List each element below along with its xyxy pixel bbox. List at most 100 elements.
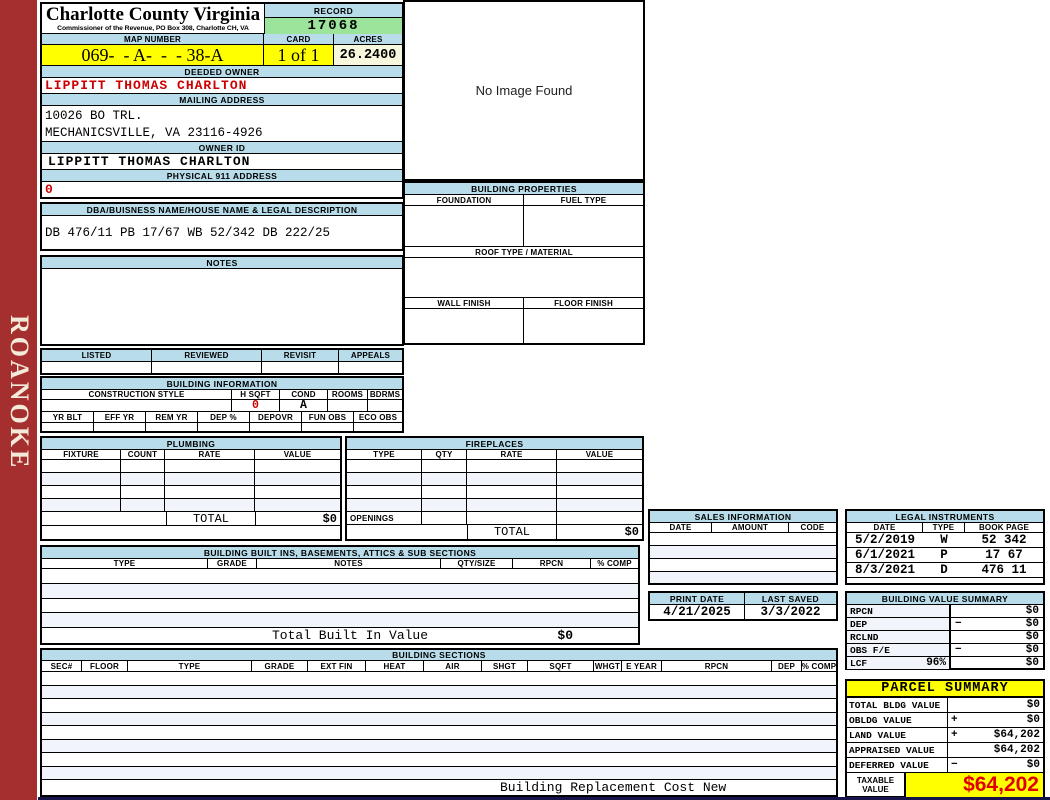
- built-ins-headers: TYPE GRADE NOTES QTY/SIZE RPCN % COMP: [42, 559, 638, 569]
- region-label: ROANOKE: [4, 315, 34, 470]
- taxable-value-label: TAXABLE VALUE: [847, 773, 906, 797]
- card-label: CARD: [264, 34, 334, 44]
- fuel-type-value: [524, 206, 643, 246]
- title-row: Charlotte County Virginia Commissioner o…: [42, 4, 402, 34]
- legal-instruments-table: LEGAL INSTRUMENTS DATE TYPE BOOK PAGE 5/…: [845, 509, 1045, 585]
- sections-footer-row: Building Replacement Cost New: [42, 780, 836, 795]
- plumbing-title: PLUMBING: [42, 438, 340, 450]
- rpcn-label: RPCN: [662, 661, 772, 671]
- plumbing-footer-space: [42, 526, 340, 539]
- fireplaces-total-row: TOTAL $0: [347, 525, 642, 539]
- listed-label: LISTED: [42, 350, 152, 361]
- sales-date-label: DATE: [650, 523, 712, 532]
- built-ins-total-value: $0: [557, 628, 573, 643]
- bin-comp-label: % COMP: [591, 559, 638, 568]
- vsum-row-rclnd: RCLND $0: [847, 631, 1043, 644]
- property-image-box: No Image Found: [403, 0, 645, 181]
- deeded-owner-value: LIPPITT THOMAS CHARLTON: [42, 78, 402, 94]
- funobs-label: FUN OBS: [302, 412, 354, 422]
- built-ins-title: BUILDING BUILT INS, BASEMENTS, ATTICS & …: [42, 547, 638, 559]
- bi-row1-headers: CONSTRUCTION STYLE H SQFT COND ROOMS BDR…: [42, 390, 402, 400]
- floor-label: FLOOR: [82, 661, 128, 671]
- openings-label: OPENINGS: [347, 512, 422, 524]
- last-saved-label: LAST SAVED: [745, 593, 836, 605]
- address-line-2: MECHANICSVILLE, VA 23116-4926: [45, 126, 402, 140]
- whgt-label: WHGT: [594, 661, 622, 671]
- sales-title: SALES INFORMATION: [650, 511, 836, 523]
- fireplaces-table: FIREPLACES TYPE QTY RATE VALUE OPENINGS …: [345, 436, 644, 541]
- bin-type-label: TYPE: [42, 559, 208, 568]
- count-label: COUNT: [121, 450, 165, 459]
- physical-address-label: PHYSICAL 911 ADDRESS: [42, 170, 402, 182]
- county-name: Charlotte County Virginia: [46, 5, 260, 25]
- building-properties-title: BUILDING PROPERTIES: [405, 183, 643, 195]
- lcf-percent: 96%: [926, 657, 946, 669]
- legal-headers: DATE TYPE BOOK PAGE: [847, 523, 1043, 533]
- fireplaces-total-value: $0: [557, 525, 642, 539]
- legal-type-label: TYPE: [923, 523, 965, 532]
- map-value-row: 069- - A- - - 38-A 1 of 1 26.2400: [42, 45, 402, 66]
- physical-address-value: 0: [42, 182, 402, 197]
- map-number-label: MAP NUMBER: [42, 34, 264, 44]
- parcel-row-deferred: DEFERRED VALUE −$0: [847, 758, 1043, 773]
- value-summary-title: BUILDING VALUE SUMMARY: [847, 593, 1043, 605]
- remyr-label: REM YR: [146, 412, 198, 422]
- review-table: LISTED REVIEWED REVISIT APPEALS: [40, 348, 404, 375]
- review-value-row: [42, 362, 402, 373]
- fireplaces-total-label: TOTAL: [467, 525, 557, 539]
- dba-label: DBA/BUISNESS NAME/HOUSE NAME & LEGAL DES…: [42, 204, 402, 216]
- wall-finish-value: [405, 309, 524, 343]
- bin-rpcn-label: RPCN: [513, 559, 591, 568]
- air-label: AIR: [424, 661, 482, 671]
- legal-bookpage-label: BOOK PAGE: [965, 523, 1043, 532]
- vsum-row-lcf: LCF96% $0: [847, 657, 1043, 669]
- depovr-label: DEPOVR: [250, 412, 302, 422]
- plumbing-total-value: $0: [256, 512, 340, 525]
- hsqft-label: H SQFT: [232, 390, 280, 399]
- parcel-row-land: LAND VALUE +$64,202: [847, 728, 1043, 743]
- building-information-title: BUILDING INFORMATION: [42, 378, 402, 390]
- legal-date-label: DATE: [847, 523, 923, 532]
- fp-value-label: VALUE: [557, 450, 642, 459]
- replacement-cost-label: Building Replacement Cost New: [500, 780, 726, 795]
- bi-row2-values: [42, 423, 402, 431]
- mailing-address-box: 10026 BO TRL. MECHANICSVILLE, VA 23116-4…: [42, 106, 402, 142]
- plumbing-total-label: TOTAL: [166, 512, 256, 525]
- fp-rate-label: RATE: [467, 450, 557, 459]
- heat-label: HEAT: [366, 661, 424, 671]
- notes-label: NOTES: [42, 257, 402, 269]
- fireplaces-title: FIREPLACES: [347, 438, 642, 450]
- value-label: VALUE: [255, 450, 340, 459]
- yrblt-label: YR BLT: [42, 412, 94, 422]
- review-header-row: LISTED REVIEWED REVISIT APPEALS: [42, 350, 402, 362]
- roof-label: ROOF TYPE / MATERIAL: [405, 247, 643, 258]
- legal-row: 5/2/2019 W 52 342: [847, 533, 1043, 548]
- floor-finish-label: FLOOR FINISH: [524, 298, 643, 308]
- dep-label: DEP %: [198, 412, 250, 422]
- print-date-label: PRINT DATE: [650, 593, 744, 605]
- floor-finish-value: [524, 309, 643, 343]
- plumbing-total-row: TOTAL $0: [42, 512, 340, 526]
- openings-row: OPENINGS: [347, 512, 642, 525]
- building-sections-table: BUILDING SECTIONS SEC# FLOOR TYPE GRADE …: [40, 648, 838, 797]
- bi-row2-headers: YR BLT EFF YR REM YR DEP % DEPOVR FUN OB…: [42, 412, 402, 423]
- taxable-value-row: TAXABLE VALUE $64,202: [847, 773, 1043, 797]
- comp-label: % COMP: [802, 661, 836, 671]
- bin-notes-label: NOTES: [257, 559, 441, 568]
- address-line-1: 10026 BO TRL.: [45, 109, 402, 123]
- rooms-label: ROOMS: [328, 390, 368, 399]
- bdrms-value: [368, 400, 402, 411]
- no-image-text: No Image Found: [476, 83, 573, 98]
- acres-value: 26.2400: [334, 45, 402, 65]
- extfin-label: EXT FIN: [308, 661, 366, 671]
- mailing-address-label: MAILING ADDRESS: [42, 94, 402, 106]
- record-cell: RECORD 17068: [265, 4, 402, 33]
- hsqft-value: 0: [232, 400, 280, 411]
- map-header-row: MAP NUMBER CARD ACRES: [42, 34, 402, 45]
- dates-block: PRINT DATE 4/21/2025 LAST SAVED 3/3/2022: [648, 591, 838, 621]
- building-properties-table: BUILDING PROPERTIES FOUNDATION FUEL TYPE…: [403, 181, 645, 345]
- plumbing-table: PLUMBING FIXTURE COUNT RATE VALUE TOTAL …: [40, 436, 342, 541]
- card-value: 1 of 1: [264, 45, 334, 65]
- fixture-label: FIXTURE: [42, 450, 121, 459]
- sales-amount-label: AMOUNT: [712, 523, 789, 532]
